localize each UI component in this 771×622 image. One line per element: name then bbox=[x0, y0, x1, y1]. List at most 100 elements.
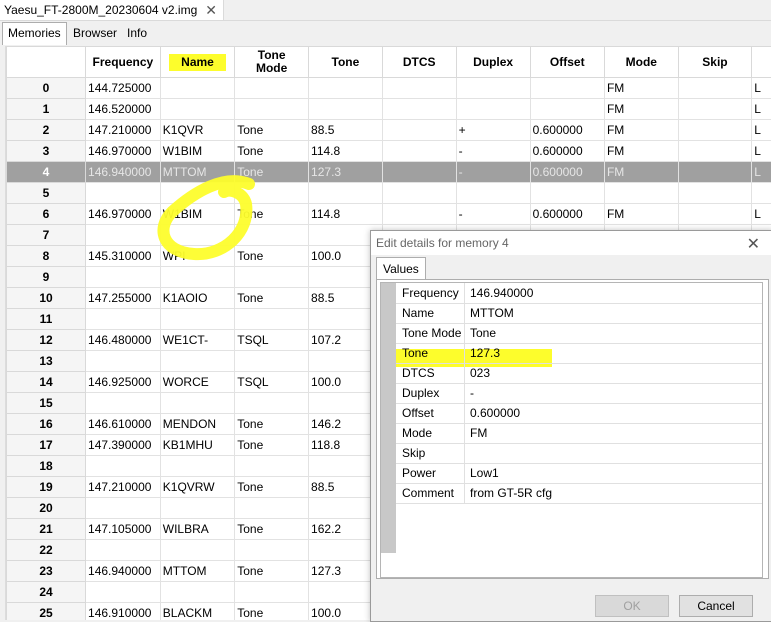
cell-row-number[interactable]: 10 bbox=[7, 288, 86, 309]
cell-frequency[interactable] bbox=[86, 225, 161, 246]
property-row-dtcs[interactable]: DTCS023 bbox=[396, 363, 762, 384]
cell-frequency[interactable]: 146.910000 bbox=[86, 603, 161, 621]
cell-offset[interactable]: 0.600000 bbox=[530, 204, 604, 225]
column-header-power[interactable] bbox=[752, 47, 771, 78]
cell-tone-mode[interactable]: Tone bbox=[235, 120, 309, 141]
cell-name[interactable]: MTTOM bbox=[160, 561, 234, 582]
cell-mode[interactable]: FM bbox=[604, 78, 678, 99]
tab-values[interactable]: Values bbox=[376, 257, 426, 280]
cell-dtcs[interactable] bbox=[382, 204, 456, 225]
table-row[interactable]: 2147.210000K1QVRTone88.5+0.600000FML bbox=[7, 120, 771, 141]
cell-tone-mode[interactable] bbox=[235, 351, 309, 372]
cell-tone-mode[interactable] bbox=[235, 267, 309, 288]
property-value[interactable]: - bbox=[470, 386, 474, 400]
cell-dtcs[interactable] bbox=[382, 78, 456, 99]
cell-name[interactable]: K1AOIO bbox=[160, 288, 234, 309]
cell-tone[interactable] bbox=[309, 78, 383, 99]
cell-frequency[interactable]: 146.940000 bbox=[86, 561, 161, 582]
property-row-tone-mode[interactable]: Tone ModeTone bbox=[396, 323, 762, 344]
cell-skip[interactable] bbox=[678, 204, 752, 225]
table-row[interactable]: 0144.725000 FM L bbox=[7, 78, 771, 99]
cell-tone-mode[interactable] bbox=[235, 456, 309, 477]
table-row[interactable]: 4146.940000MTTOMTone127.3-0.600000FML bbox=[7, 162, 771, 183]
cell-tone-mode[interactable]: Tone bbox=[235, 204, 309, 225]
cell-row-number[interactable]: 7 bbox=[7, 225, 86, 246]
cell-row-number[interactable]: 17 bbox=[7, 435, 86, 456]
cell-power[interactable] bbox=[752, 183, 771, 204]
cell-tone-mode[interactable]: Tone bbox=[235, 246, 309, 267]
column-header-duplex[interactable]: Duplex bbox=[456, 47, 530, 78]
cell-offset[interactable]: 0.600000 bbox=[530, 141, 604, 162]
cell-frequency[interactable]: 144.725000 bbox=[86, 78, 161, 99]
cell-frequency[interactable] bbox=[86, 351, 161, 372]
cell-tone-mode[interactable] bbox=[235, 393, 309, 414]
cell-name[interactable]: W1BIM bbox=[160, 204, 234, 225]
cancel-button[interactable]: Cancel bbox=[679, 595, 753, 617]
cell-dtcs[interactable] bbox=[382, 99, 456, 120]
cell-skip[interactable] bbox=[678, 183, 752, 204]
column-header-mode[interactable]: Mode bbox=[604, 47, 678, 78]
cell-row-number[interactable]: 16 bbox=[7, 414, 86, 435]
cell-skip[interactable] bbox=[678, 120, 752, 141]
cell-row-number[interactable]: 5 bbox=[7, 183, 86, 204]
cell-frequency[interactable]: 146.610000 bbox=[86, 414, 161, 435]
cell-tone[interactable]: 127.3 bbox=[309, 162, 383, 183]
ok-button[interactable]: OK bbox=[595, 595, 669, 617]
cell-tone-mode[interactable]: Tone bbox=[235, 162, 309, 183]
cell-frequency[interactable]: 146.940000 bbox=[86, 162, 161, 183]
cell-row-number[interactable]: 1 bbox=[7, 99, 86, 120]
cell-tone-mode[interactable] bbox=[235, 183, 309, 204]
cell-name[interactable]: WPI bbox=[160, 246, 234, 267]
property-value[interactable]: 0.600000 bbox=[470, 406, 520, 420]
cell-offset[interactable]: 0.600000 bbox=[530, 120, 604, 141]
cell-power[interactable]: L bbox=[752, 204, 771, 225]
cell-duplex[interactable]: - bbox=[456, 141, 530, 162]
cell-name[interactable]: W1BIM bbox=[160, 141, 234, 162]
cell-name[interactable] bbox=[160, 99, 234, 120]
cell-frequency[interactable] bbox=[86, 456, 161, 477]
property-value[interactable]: Low1 bbox=[470, 466, 499, 480]
cell-tone-mode[interactable]: Tone bbox=[235, 477, 309, 498]
cell-offset[interactable]: 0.600000 bbox=[530, 162, 604, 183]
cell-row-number[interactable]: 19 bbox=[7, 477, 86, 498]
cell-skip[interactable] bbox=[678, 78, 752, 99]
cell-tone-mode[interactable]: Tone bbox=[235, 603, 309, 621]
cell-name[interactable]: K1QVRW bbox=[160, 477, 234, 498]
table-row[interactable]: 1146.520000FML bbox=[7, 99, 771, 120]
column-header-frequency[interactable]: Frequency bbox=[86, 47, 161, 78]
cell-mode[interactable]: FM bbox=[604, 204, 678, 225]
cell-tone-mode[interactable] bbox=[235, 78, 309, 99]
cell-name[interactable] bbox=[160, 267, 234, 288]
cell-power[interactable]: L bbox=[752, 99, 771, 120]
property-row-duplex[interactable]: Duplex- bbox=[396, 383, 762, 404]
cell-dtcs[interactable] bbox=[382, 120, 456, 141]
cell-row-number[interactable]: 18 bbox=[7, 456, 86, 477]
cell-row-number[interactable]: 13 bbox=[7, 351, 86, 372]
property-row-mode[interactable]: ModeFM bbox=[396, 423, 762, 444]
cell-row-number[interactable]: 11 bbox=[7, 309, 86, 330]
cell-frequency[interactable] bbox=[86, 183, 161, 204]
cell-offset[interactable] bbox=[530, 183, 604, 204]
property-row-name[interactable]: NameMTTOM bbox=[396, 303, 762, 324]
tab-browser[interactable]: Browser bbox=[68, 23, 122, 43]
cell-dtcs[interactable] bbox=[382, 141, 456, 162]
cell-row-number[interactable]: 25 bbox=[7, 603, 86, 621]
cell-row-number[interactable]: 20 bbox=[7, 498, 86, 519]
cell-tone-mode[interactable]: TSQL bbox=[235, 372, 309, 393]
cell-name[interactable] bbox=[160, 351, 234, 372]
file-tab[interactable]: Yaesu_FT-2800M_20230604 v2.img ✕ bbox=[0, 0, 224, 20]
cell-name[interactable]: WORCE bbox=[160, 372, 234, 393]
property-row-tone[interactable]: Tone127.3 bbox=[396, 343, 762, 364]
cell-row-number[interactable]: 4 bbox=[7, 162, 86, 183]
cell-name[interactable]: K1QVR bbox=[160, 120, 234, 141]
cell-name[interactable] bbox=[160, 183, 234, 204]
table-row[interactable]: 6146.970000W1BIMTone114.8-0.600000FML bbox=[7, 204, 771, 225]
cell-power[interactable]: L bbox=[752, 78, 771, 99]
cell-tone-mode[interactable]: Tone bbox=[235, 141, 309, 162]
cell-duplex[interactable]: - bbox=[456, 204, 530, 225]
cell-row-number[interactable]: 0 bbox=[7, 78, 86, 99]
close-icon[interactable]: ✕ bbox=[205, 2, 217, 19]
cell-tone-mode[interactable]: TSQL bbox=[235, 330, 309, 351]
cell-mode[interactable]: FM bbox=[604, 120, 678, 141]
property-value[interactable]: FM bbox=[470, 426, 487, 440]
